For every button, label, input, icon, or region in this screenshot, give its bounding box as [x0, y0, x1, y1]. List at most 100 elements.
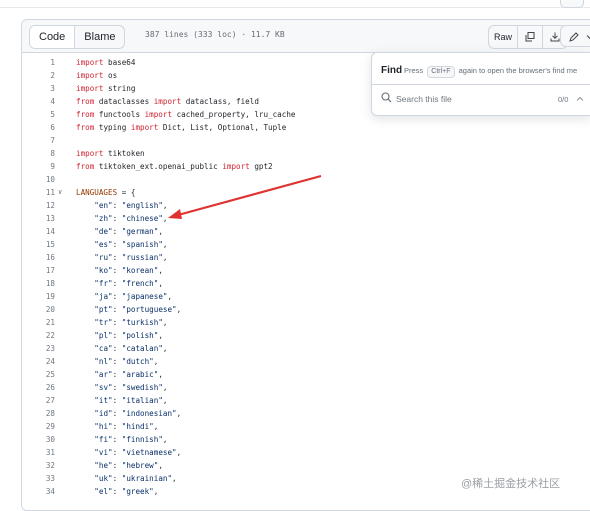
find-hint-prefix: Press	[404, 66, 424, 75]
find-shortcut: Ctrl+F	[427, 66, 455, 78]
code-line: 20 "pt": "portuguese",	[22, 303, 590, 316]
code-line: 9 from tiktoken_ext.openai_public import …	[22, 160, 590, 173]
line-number[interactable]: 13	[22, 212, 55, 225]
code-text: "fr": "french",	[94, 279, 163, 288]
code-text: "fi": "finnish",	[94, 435, 168, 444]
copy-button[interactable]	[518, 26, 543, 48]
code-line: 8 import tiktoken	[22, 147, 590, 160]
download-icon	[550, 32, 560, 42]
line-number[interactable]: 16	[22, 251, 55, 264]
code-text: "ca": "catalan",	[94, 344, 168, 353]
code-text: import base64	[76, 58, 136, 67]
line-number[interactable]: 12	[22, 199, 55, 212]
code-line: 6 from typing import Dict, List, Optional…	[22, 121, 590, 134]
line-number[interactable]: 28	[22, 407, 55, 420]
line-number[interactable]: 27	[22, 394, 55, 407]
search-icon	[381, 92, 392, 103]
line-number[interactable]: 17	[22, 264, 55, 277]
code-text: from tiktoken_ext.openai_public import g…	[76, 162, 273, 171]
code-line: 18 "fr": "french",	[22, 277, 590, 290]
code-text: "pl": "polish",	[94, 331, 163, 340]
chevron-up-icon[interactable]	[576, 95, 584, 103]
code-area[interactable]: 1 import base64 2 import os 3 import string 4 f…	[22, 53, 590, 510]
line-number[interactable]: 18	[22, 277, 55, 290]
code-line: 28 "id": "indonesian",	[22, 407, 590, 420]
code-line: 26 "sv": "swedish",	[22, 381, 590, 394]
find-hint: Press Ctrl+F again to open the browser's…	[404, 66, 577, 78]
code-line: 10	[22, 173, 590, 186]
code-line: 21 "tr": "turkish",	[22, 316, 590, 329]
code-line: 30 "fi": "finnish",	[22, 433, 590, 446]
code-line: 15 "es": "spanish",	[22, 238, 590, 251]
line-number[interactable]: 20	[22, 303, 55, 316]
chevron-down-icon[interactable]: ∨	[58, 186, 62, 199]
line-number[interactable]: 30	[22, 433, 55, 446]
code-line: 29 "hi": "hindi",	[22, 420, 590, 433]
code-text: "it": "italian",	[94, 396, 168, 405]
line-number[interactable]: 26	[22, 381, 55, 394]
line-number[interactable]: 32	[22, 459, 55, 472]
line-number[interactable]: 4	[22, 95, 55, 108]
code-line: 25 "ar": "arabic",	[22, 368, 590, 381]
find-panel: Find Press Ctrl+F again to open the brow…	[371, 52, 590, 116]
code-line: 12 "en": "english",	[22, 199, 590, 212]
code-text: "uk": "ukrainian",	[94, 474, 177, 483]
code-text: "el": "greek",	[94, 487, 159, 496]
code-line: 17 "ko": "korean",	[22, 264, 590, 277]
line-number[interactable]: 15	[22, 238, 55, 251]
line-number[interactable]: 31	[22, 446, 55, 459]
code-text: from functools import cached_property, l…	[76, 110, 296, 119]
line-number[interactable]: 22	[22, 329, 55, 342]
toolbar-button[interactable]	[560, 0, 584, 8]
line-number[interactable]: 3	[22, 82, 55, 95]
code-text: from typing import Dict, List, Optional,…	[76, 123, 287, 132]
code-text: "ru": "russian",	[94, 253, 168, 262]
chevron-down-icon[interactable]	[586, 33, 590, 41]
file-meta: 387 lines (333 loc) · 11.7 KB	[145, 30, 285, 39]
line-number[interactable]: 29	[22, 420, 55, 433]
line-number[interactable]: 19	[22, 290, 55, 303]
line-number[interactable]: 25	[22, 368, 55, 381]
line-number[interactable]: 2	[22, 69, 55, 82]
search-input[interactable]: Search this file	[396, 94, 452, 104]
find-divider	[372, 84, 590, 85]
edit-button[interactable]	[560, 25, 590, 47]
line-number[interactable]: 33	[22, 472, 55, 485]
line-number[interactable]: 1	[22, 56, 55, 69]
code-text: "sv": "swedish",	[94, 383, 168, 392]
toolbar-edge	[0, 0, 590, 8]
line-number[interactable]: 10	[22, 173, 55, 186]
code-text: "ko": "korean",	[94, 266, 163, 275]
line-number[interactable]: 7	[22, 134, 55, 147]
code-tab[interactable]: Code	[30, 26, 76, 48]
blame-tab[interactable]: Blame	[75, 26, 124, 48]
find-title: Find	[381, 65, 403, 76]
code-text: import tiktoken	[76, 149, 145, 158]
pencil-icon	[569, 32, 579, 42]
line-number[interactable]: 34	[22, 485, 55, 498]
top-toolbar-strip	[0, 0, 590, 8]
code-text: "he": "hebrew",	[94, 461, 163, 470]
code-text: "nl": "dutch",	[94, 357, 159, 366]
line-number[interactable]: 21	[22, 316, 55, 329]
code-text: "es": "spanish",	[94, 240, 168, 249]
find-hint-suffix: again to open the browser's find me	[458, 66, 578, 75]
line-number[interactable]: 9	[22, 160, 55, 173]
line-number[interactable]: 23	[22, 342, 55, 355]
code-text: import os	[76, 71, 118, 80]
line-number[interactable]: 6	[22, 121, 55, 134]
line-number[interactable]: 11	[22, 186, 55, 199]
line-number[interactable]: 14	[22, 225, 55, 238]
raw-button[interactable]: Raw	[489, 26, 518, 48]
match-count: 0/0	[558, 95, 569, 104]
code-text: "id": "indonesian",	[94, 409, 182, 418]
code-line: 7	[22, 134, 590, 147]
code-text: "tr": "turkish",	[94, 318, 168, 327]
code-line: 27 "it": "italian",	[22, 394, 590, 407]
line-number[interactable]: 8	[22, 147, 55, 160]
code-text: "ja": "japanese",	[94, 292, 173, 301]
code-line: 22 "pl": "polish",	[22, 329, 590, 342]
line-number[interactable]: 5	[22, 108, 55, 121]
code-text: "en": "english",	[94, 201, 168, 210]
line-number[interactable]: 24	[22, 355, 55, 368]
